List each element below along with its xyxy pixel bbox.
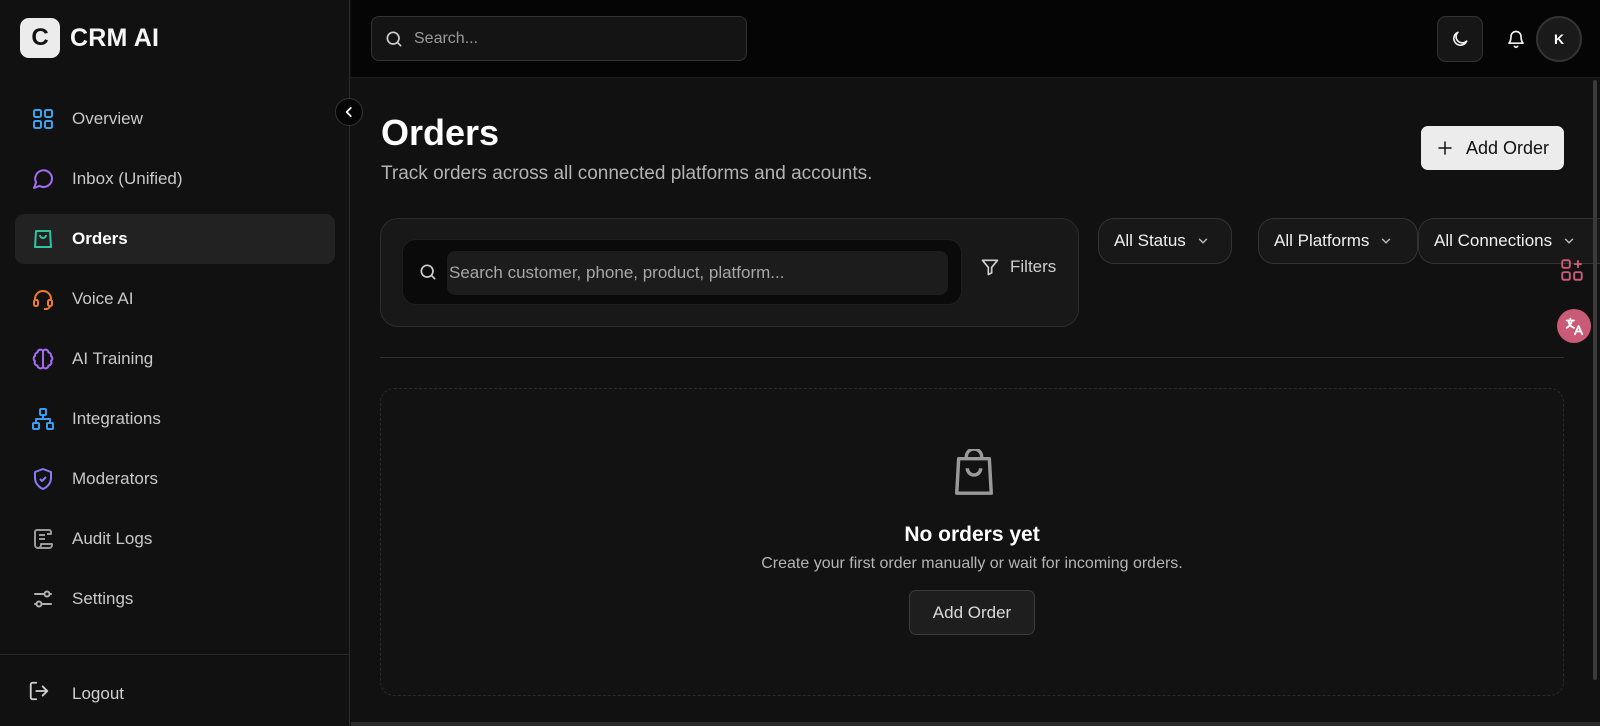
brain-icon bbox=[30, 346, 56, 372]
global-search[interactable] bbox=[371, 16, 747, 61]
sidebar-item-orders[interactable]: Orders bbox=[15, 214, 335, 264]
shopping-bag-icon bbox=[955, 449, 993, 495]
platforms-select[interactable]: All Platforms bbox=[1258, 218, 1418, 264]
message-circle-icon bbox=[30, 166, 56, 192]
empty-state: No orders yet Create your first order ma… bbox=[380, 388, 1564, 696]
brand[interactable]: C CRM AI bbox=[20, 18, 159, 58]
empty-state-description: Create your first order manually or wait… bbox=[761, 555, 1183, 572]
scrollbar[interactable] bbox=[1593, 80, 1597, 680]
order-search-input[interactable] bbox=[449, 263, 929, 283]
order-search[interactable] bbox=[402, 239, 962, 305]
sidebar-item-voice-ai[interactable]: Voice AI bbox=[15, 274, 335, 324]
notifications-button[interactable] bbox=[1497, 20, 1535, 58]
sidebar: C CRM AI Overview Inbox (Unified) Orders bbox=[0, 0, 350, 726]
sidebar-item-ai-training[interactable]: AI Training bbox=[15, 334, 335, 384]
bell-icon bbox=[1508, 30, 1524, 49]
plus-icon bbox=[1438, 141, 1452, 155]
headset-icon bbox=[30, 286, 56, 312]
content-divider bbox=[380, 357, 1564, 358]
logout-button[interactable]: Logout bbox=[28, 680, 124, 707]
shopping-bag-icon bbox=[30, 226, 56, 252]
sidebar-item-label: Moderators bbox=[72, 469, 158, 488]
network-icon bbox=[30, 406, 56, 432]
connections-select-value: All Connections bbox=[1434, 231, 1553, 250]
filters-button[interactable]: Filters bbox=[980, 257, 1056, 277]
sidebar-item-label: Overview bbox=[72, 109, 143, 128]
sidebar-item-settings[interactable]: Settings bbox=[15, 574, 335, 624]
sidebar-item-audit-logs[interactable]: Audit Logs bbox=[15, 514, 335, 564]
add-order-button[interactable]: Add Order bbox=[1421, 126, 1564, 170]
logout-label: Logout bbox=[72, 683, 124, 703]
scroll-icon bbox=[30, 526, 56, 552]
bottom-edge bbox=[351, 722, 1600, 726]
sidebar-item-label: AI Training bbox=[72, 349, 154, 368]
status-select[interactable]: All Status bbox=[1098, 218, 1232, 264]
sidebar-nav: Overview Inbox (Unified) Orders Voice AI… bbox=[15, 94, 335, 634]
sidebar-item-integrations[interactable]: Integrations bbox=[15, 394, 335, 444]
collapse-sidebar-button[interactable] bbox=[335, 98, 363, 126]
sidebar-item-moderators[interactable]: Moderators bbox=[15, 454, 335, 504]
chevron-down-icon bbox=[1382, 238, 1391, 244]
sidebar-item-label: Inbox (Unified) bbox=[72, 169, 183, 188]
brand-logo: C bbox=[20, 18, 60, 58]
theme-toggle-button[interactable] bbox=[1437, 16, 1483, 62]
platforms-select-value: All Platforms bbox=[1274, 231, 1370, 250]
sidebar-divider bbox=[0, 654, 350, 655]
sidebar-item-label: Settings bbox=[72, 589, 134, 608]
sliders-icon bbox=[30, 586, 56, 612]
page-subtitle: Track orders across all connected platfo… bbox=[381, 163, 873, 184]
shield-check-icon bbox=[30, 466, 56, 492]
chevron-down-icon bbox=[1564, 238, 1574, 244]
sidebar-item-label: Voice AI bbox=[72, 289, 134, 308]
filter-card: Filters bbox=[380, 218, 1079, 327]
filters-label: Filters bbox=[1010, 257, 1057, 276]
status-select-value: All Status bbox=[1114, 231, 1186, 250]
search-icon bbox=[386, 31, 402, 47]
translate-icon[interactable] bbox=[1557, 309, 1591, 343]
sidebar-item-inbox[interactable]: Inbox (Unified) bbox=[15, 154, 335, 204]
user-avatar[interactable]: K bbox=[1536, 16, 1582, 62]
empty-state-title: No orders yet bbox=[904, 523, 1040, 546]
sidebar-item-label: Integrations bbox=[72, 409, 161, 428]
sidebar-item-label: Orders bbox=[72, 229, 128, 248]
filter-icon bbox=[981, 259, 999, 276]
moon-icon bbox=[1453, 31, 1468, 46]
sidebar-item-overview[interactable]: Overview bbox=[15, 94, 335, 144]
brand-name: CRM AI bbox=[70, 23, 160, 52]
page-title: Orders bbox=[381, 112, 500, 153]
empty-add-order-button[interactable]: Add Order bbox=[909, 590, 1035, 635]
global-search-input[interactable] bbox=[414, 29, 734, 48]
top-bar: K bbox=[351, 0, 1600, 78]
search-icon bbox=[420, 264, 436, 280]
logout-icon bbox=[28, 680, 50, 707]
chevron-left-icon bbox=[345, 107, 352, 117]
apps-sparkle-icon[interactable] bbox=[1554, 252, 1590, 288]
add-order-label: Add Order bbox=[1465, 137, 1550, 158]
sidebar-item-label: Audit Logs bbox=[72, 529, 153, 548]
chevron-down-icon bbox=[1198, 238, 1208, 244]
grid-icon bbox=[30, 106, 56, 132]
